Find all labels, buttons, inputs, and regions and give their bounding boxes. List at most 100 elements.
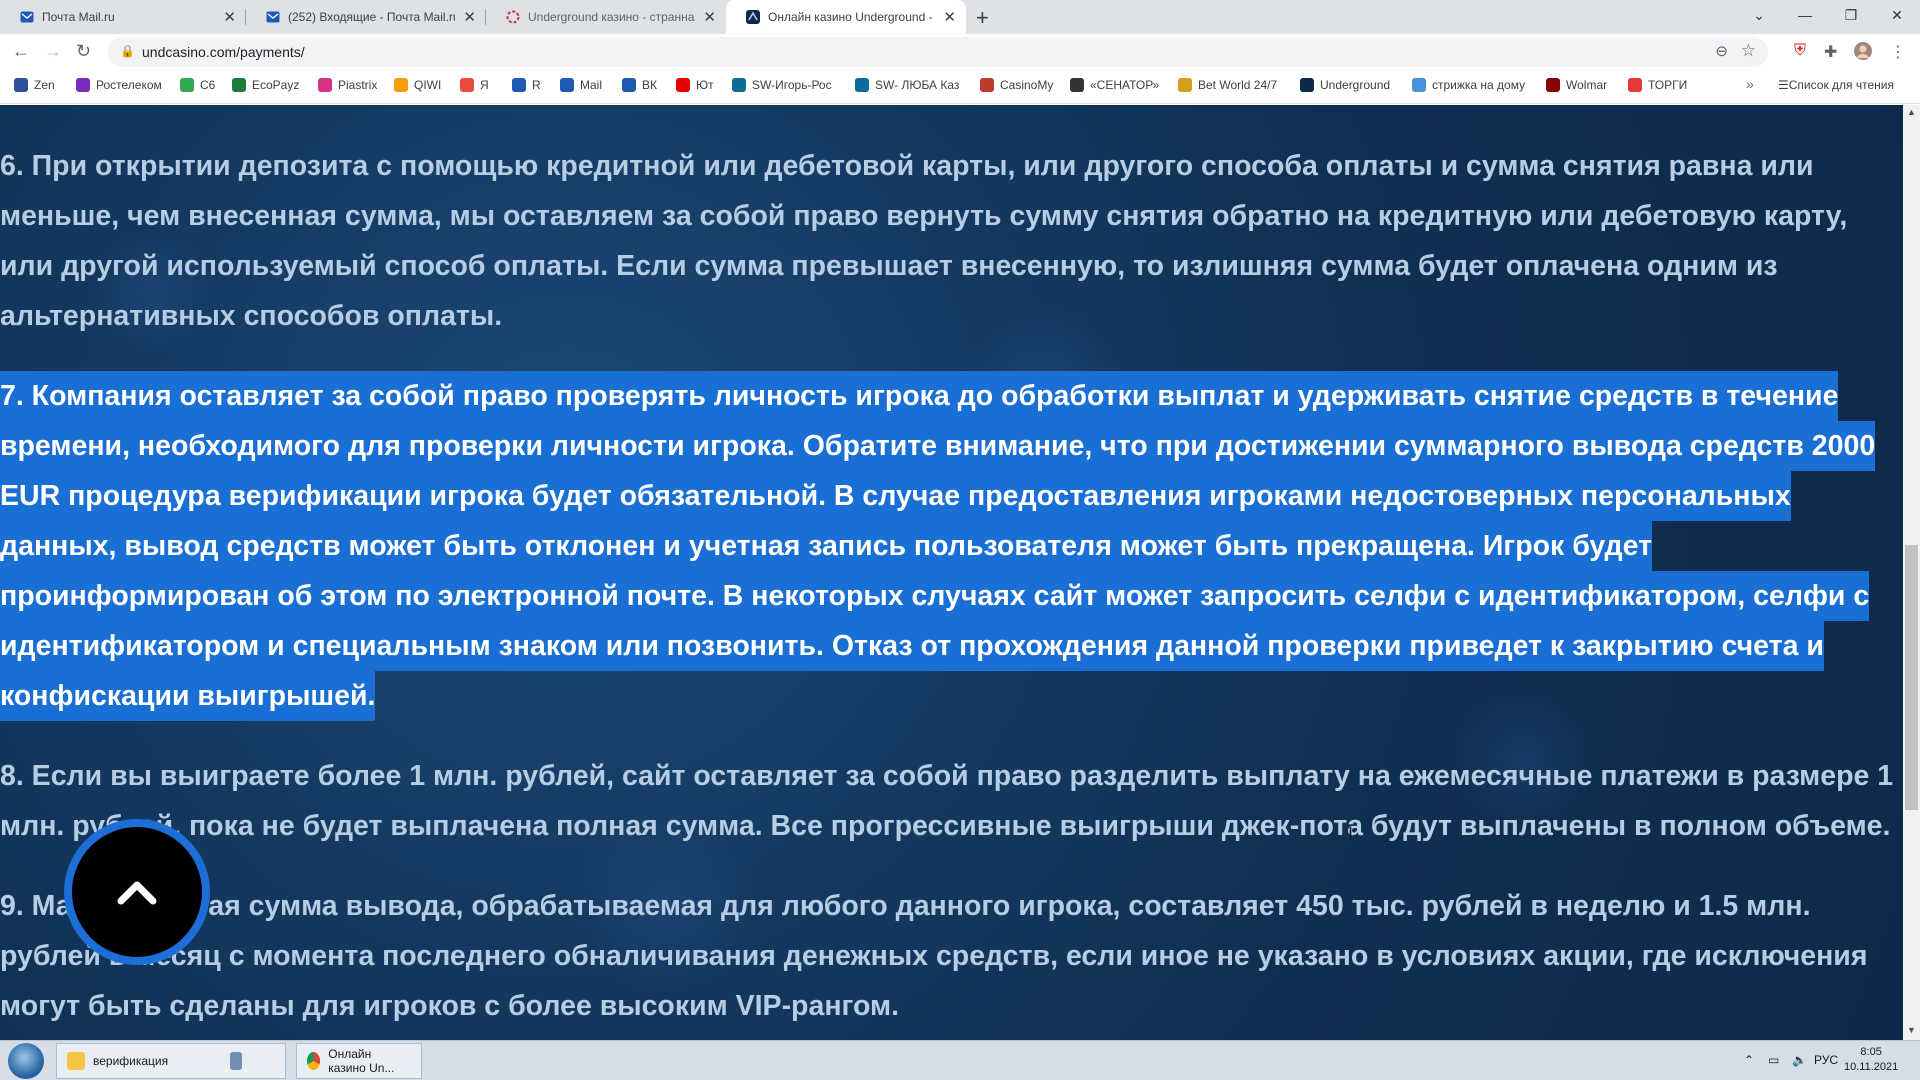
bookmark-favicon-icon — [980, 78, 994, 92]
tab-underground-review[interactable]: Underground казино - странная ✕ — [486, 0, 726, 34]
text-line: 8. Если вы выиграете более 1 млн. рублей… — [0, 760, 1894, 792]
selected-text-line[interactable]: конфискации выигрышей. — [0, 671, 376, 721]
selected-text-line[interactable]: времени, необходимого для проверки лично… — [0, 421, 1876, 471]
clock[interactable]: 8:05 10.11.2021 — [1844, 1045, 1898, 1075]
bookmark-item[interactable]: «СЕНАТОР» — [1070, 78, 1159, 92]
start-button[interactable] — [8, 1043, 44, 1079]
bookmark-item[interactable]: ТОРГИ — [1628, 78, 1687, 92]
bookmark-item[interactable]: Bet World 24/7 — [1178, 78, 1277, 92]
bookmark-favicon-icon — [318, 78, 332, 92]
bookmark-item[interactable]: стрижка на дому — [1412, 78, 1525, 92]
chrome-icon — [307, 1052, 321, 1070]
bookmark-label: Bet World 24/7 — [1198, 78, 1278, 92]
selected-text-line[interactable]: EUR процедура верификации игрока будет о… — [0, 471, 1791, 521]
taskbar-item-chrome[interactable]: Онлайн казино Un... — [296, 1043, 422, 1079]
extensions-puzzle-icon[interactable]: ✚ — [1824, 42, 1837, 62]
bookmark-item[interactable]: R — [512, 78, 541, 92]
bookmark-label: QIWI — [414, 78, 442, 92]
clock-time: 8:05 — [1860, 1046, 1882, 1058]
text-cursor-icon: I — [1348, 824, 1354, 844]
selected-text-line[interactable]: идентификатором и специальным знаком или… — [0, 621, 1824, 671]
bookmark-label: R — [532, 78, 541, 92]
bookmarks-overflow-button[interactable]: » — [1746, 76, 1754, 92]
text-line: рублей в месяц с момента последнего обна… — [0, 940, 1868, 972]
scroll-to-top-button[interactable] — [64, 819, 210, 965]
minimize-button[interactable]: — — [1782, 0, 1828, 30]
bookmark-item[interactable]: CasinoMy — [980, 78, 1053, 92]
mail-envelope-icon — [266, 10, 280, 24]
scroll-down-arrow-icon[interactable]: ▼ — [1907, 1025, 1916, 1035]
text-line: или другой используемый способ оплаты. Е… — [0, 250, 1778, 282]
bookmark-favicon-icon — [1546, 78, 1560, 92]
bookmark-label: ТОРГИ — [1648, 78, 1688, 92]
address-bar[interactable]: 🔒 undcasino.com/payments/ ⊖ ☆ — [108, 37, 1768, 67]
bookmark-item[interactable]: ВК — [622, 78, 657, 92]
bookmark-item[interactable]: Я — [460, 78, 489, 92]
bookmark-item[interactable]: Zen — [14, 78, 55, 92]
bookmark-favicon-icon — [232, 78, 246, 92]
bookmark-item[interactable]: Mail — [560, 78, 602, 92]
bookmark-favicon-icon — [76, 78, 90, 92]
zoom-icon[interactable]: ⊖ — [1715, 42, 1728, 60]
profile-avatar-icon[interactable] — [1854, 42, 1872, 65]
tab-online-casino-active[interactable]: Онлайн казино Underground - о ✕ — [726, 0, 966, 34]
bookmark-item[interactable]: EcoPayz — [232, 78, 299, 92]
page-viewport: 6. При открытии депозита с помощью креди… — [0, 105, 1903, 1040]
bookmark-label: SW-Игорь-Рос — [752, 78, 832, 92]
bookmark-favicon-icon — [14, 78, 28, 92]
extension-shield-icon[interactable]: ⛨ — [1794, 42, 1806, 60]
bookmark-item[interactable]: Ростелеком — [76, 78, 162, 92]
bookmark-label: Piastrix — [338, 78, 378, 92]
tab-inbox[interactable]: (252) Входящие - Почта Mail.ru ✕ — [246, 0, 486, 34]
taskbar-item-calculator[interactable] — [220, 1043, 260, 1079]
back-arrow-icon[interactable]: ← — [12, 41, 30, 62]
bookmark-item[interactable]: QIWI — [394, 78, 441, 92]
tab-search-chevron-icon[interactable]: ⌄ — [1736, 0, 1782, 30]
bookmark-label: EcoPayz — [252, 78, 300, 92]
scrollbar-thumb[interactable] — [1905, 545, 1918, 810]
menu-kebab-icon[interactable]: ⋮ — [1890, 42, 1906, 62]
language-indicator[interactable]: РУС — [1814, 1053, 1838, 1067]
selected-text-line[interactable]: проинформирован об этом по электронной п… — [0, 571, 1870, 621]
tray-expand-icon[interactable]: ⌃ — [1744, 1053, 1754, 1067]
new-tab-button[interactable]: + — [976, 5, 989, 31]
network-icon[interactable]: ▭ — [1768, 1053, 1779, 1067]
text-line: млн. рублей, пока не будет выплачена пол… — [0, 810, 1891, 842]
bookmark-item[interactable]: SW- ЛЮБА Каз — [855, 78, 959, 92]
tab-title: Почта Mail.ru — [42, 10, 115, 24]
reading-list-icon: ☰ — [1778, 78, 1789, 92]
maximize-button[interactable]: ❐ — [1828, 0, 1874, 30]
close-tab-icon[interactable]: ✕ — [943, 8, 956, 26]
bookmark-item[interactable]: SW-Игорь-Рос — [732, 78, 832, 92]
close-tab-icon[interactable]: ✕ — [463, 8, 476, 26]
bookmark-item[interactable]: Piastrix — [318, 78, 377, 92]
bookmark-favicon-icon — [1628, 78, 1642, 92]
bookmark-item[interactable]: Wolmar — [1546, 78, 1607, 92]
bookmark-item[interactable]: Underground — [1300, 78, 1390, 92]
close-tab-icon[interactable]: ✕ — [223, 8, 236, 26]
url-text[interactable]: undcasino.com/payments/ — [142, 44, 305, 60]
bookmark-star-icon[interactable]: ☆ — [1741, 41, 1756, 61]
bookmark-favicon-icon — [732, 78, 746, 92]
text-line: 9. Максимальная сумма вывода, обрабатыва… — [0, 890, 1811, 922]
bookmark-favicon-icon — [1070, 78, 1084, 92]
page-scrollbar[interactable]: ▲ ▼ — [1903, 105, 1920, 1040]
volume-icon[interactable]: 🔈 — [1792, 1053, 1807, 1067]
lock-icon[interactable]: 🔒 — [120, 44, 135, 58]
close-window-button[interactable]: ✕ — [1874, 0, 1920, 30]
forward-arrow-icon[interactable]: → — [44, 41, 62, 62]
tab-mail-ru[interactable]: Почта Mail.ru ✕ — [0, 0, 246, 34]
selected-text-line[interactable]: данных, вывод средств может быть отклоне… — [0, 521, 1653, 571]
bookmark-favicon-icon — [394, 78, 408, 92]
tab-strip: Почта Mail.ru ✕ (252) Входящие - Почта M… — [0, 0, 1920, 34]
close-tab-icon[interactable]: ✕ — [703, 8, 716, 26]
selected-text-line[interactable]: 7. Компания оставляет за собой право про… — [0, 371, 1839, 421]
red-spiral-icon — [506, 10, 520, 24]
bookmarks-bar: Zen Ростелеком C6 EcoPayz Piastrix QIWI Я R Mail… — [0, 70, 1920, 104]
bookmark-item[interactable]: C6 — [180, 78, 215, 92]
reload-icon[interactable]: ↻ — [76, 41, 91, 62]
scroll-up-arrow-icon[interactable]: ▲ — [1907, 107, 1916, 117]
bookmark-favicon-icon — [676, 78, 690, 92]
reading-list-button[interactable]: ☰ Список для чтения — [1778, 78, 1894, 92]
bookmark-item[interactable]: Ют — [676, 78, 714, 92]
